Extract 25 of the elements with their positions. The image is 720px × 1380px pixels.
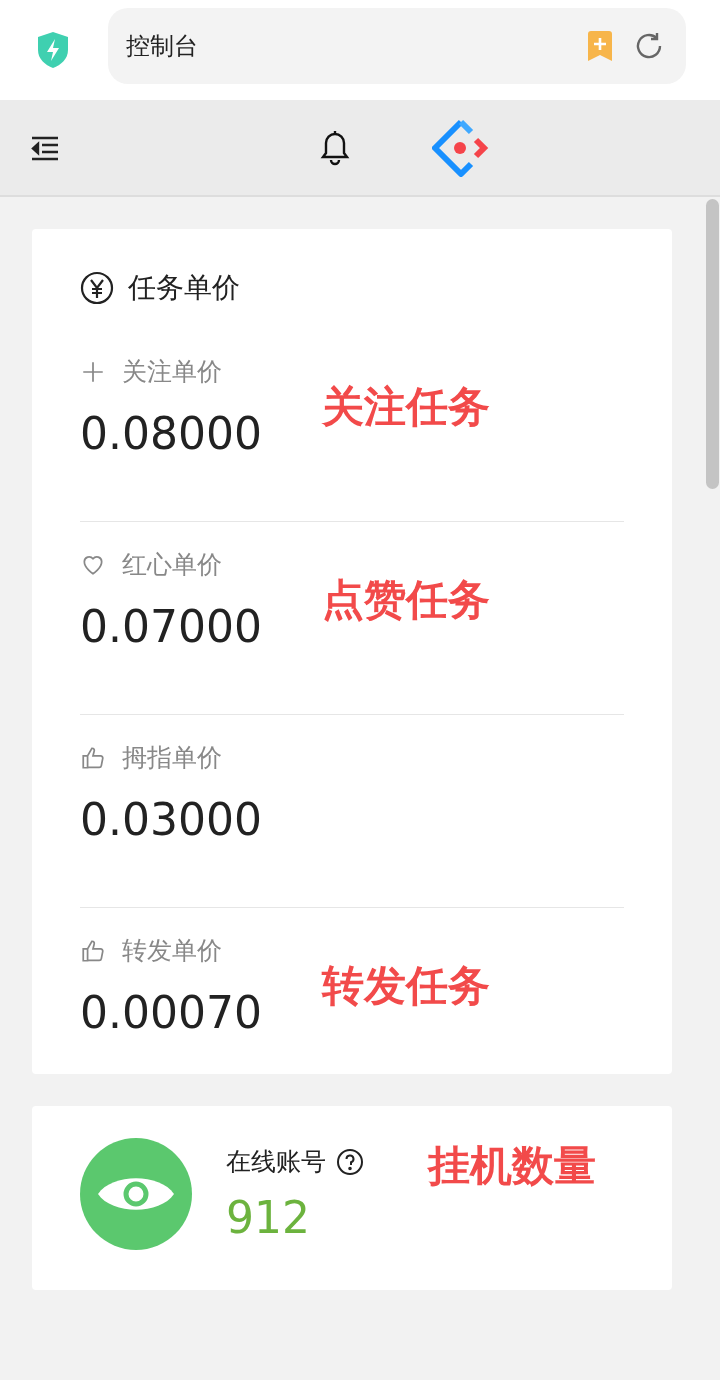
- price-label: 拇指单价: [122, 742, 222, 774]
- annotation-text: 转发任务: [322, 960, 490, 1012]
- thumbs-up-icon: [80, 744, 106, 771]
- scrollbar-thumb[interactable]: [706, 199, 719, 489]
- price-value: 0.07000: [80, 601, 263, 652]
- price-value: 0.00070: [80, 987, 263, 1038]
- stat-label: 在线账号: [226, 1146, 326, 1178]
- annotation-text: 点赞任务: [322, 574, 490, 626]
- bell-icon[interactable]: [320, 129, 350, 166]
- card-title: 任务单价: [128, 270, 240, 306]
- yen-icon: [80, 271, 114, 305]
- annotation-text: 挂机数量: [428, 1140, 596, 1192]
- menu-fold-icon[interactable]: [30, 134, 60, 161]
- price-value: 0.08000: [80, 408, 263, 459]
- price-label: 转发单价: [122, 935, 222, 967]
- logo-icon: [432, 118, 490, 177]
- help-icon[interactable]: [336, 1147, 364, 1176]
- address-bar[interactable]: 控制台: [108, 8, 686, 84]
- price-label: 关注单价: [122, 356, 222, 388]
- thumbs-up-icon: [80, 937, 106, 964]
- price-label: 红心单价: [122, 549, 222, 581]
- annotation-text: 关注任务: [322, 381, 490, 433]
- refresh-icon[interactable]: [634, 31, 664, 61]
- price-value: 0.03000: [80, 794, 263, 845]
- stat-value: 912: [226, 1192, 311, 1243]
